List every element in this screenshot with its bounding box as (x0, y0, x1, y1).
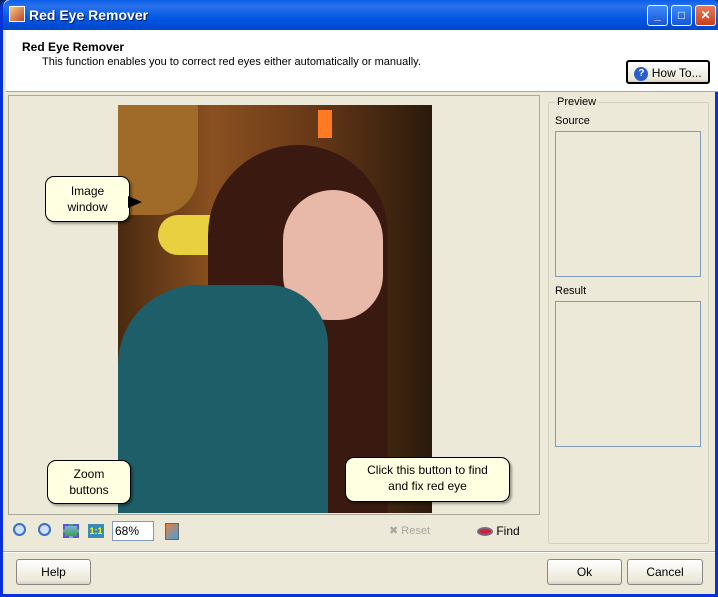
image-window-callout: Image window (45, 176, 130, 222)
window-title: Red Eye Remover (29, 7, 149, 23)
find-button[interactable]: Find (477, 524, 520, 538)
minimize-button[interactable]: _ (647, 5, 668, 26)
help-icon: ? (634, 66, 649, 81)
reset-icon: ✖ (389, 525, 399, 537)
cancel-button[interactable]: Cancel (627, 559, 703, 585)
find-callout: Click this button to find and fix red ey… (345, 457, 510, 502)
zoom-out-icon[interactable] (13, 523, 26, 536)
source-label: Source (555, 115, 590, 127)
ok-button[interactable]: Ok (547, 559, 622, 585)
source-preview (555, 131, 701, 277)
header-panel: Red Eye Remover This function enables yo… (6, 30, 718, 92)
reset-button[interactable]: ✖ Reset (389, 524, 430, 537)
help-button[interactable]: Help (16, 559, 91, 585)
title-bar[interactable]: Red Eye Remover _ □ ✕ (3, 0, 718, 30)
image-window[interactable] (8, 95, 540, 515)
compare-icon[interactable] (165, 523, 179, 540)
callout-tail (128, 196, 142, 208)
zoom-buttons-callout: Zoom buttons (47, 460, 131, 504)
result-preview (555, 301, 701, 447)
maximize-button[interactable]: □ (671, 5, 692, 26)
preview-label: Preview (555, 96, 599, 108)
zoom-level-input[interactable] (112, 521, 154, 541)
actual-size-icon[interactable]: 1:1 (88, 524, 104, 538)
header-description: This function enables you to correct red… (42, 56, 421, 68)
app-icon (9, 6, 25, 22)
result-label: Result (555, 285, 587, 297)
footer-divider (3, 551, 715, 553)
close-button[interactable]: ✕ (695, 5, 716, 26)
fit-to-window-icon[interactable] (63, 524, 79, 538)
photo-image (118, 105, 432, 513)
header-title: Red Eye Remover (22, 40, 125, 54)
how-to-button[interactable]: ? How To... (626, 60, 710, 84)
eye-icon (477, 527, 493, 537)
zoom-in-icon[interactable] (38, 523, 51, 536)
how-to-label: How To... (651, 66, 702, 80)
